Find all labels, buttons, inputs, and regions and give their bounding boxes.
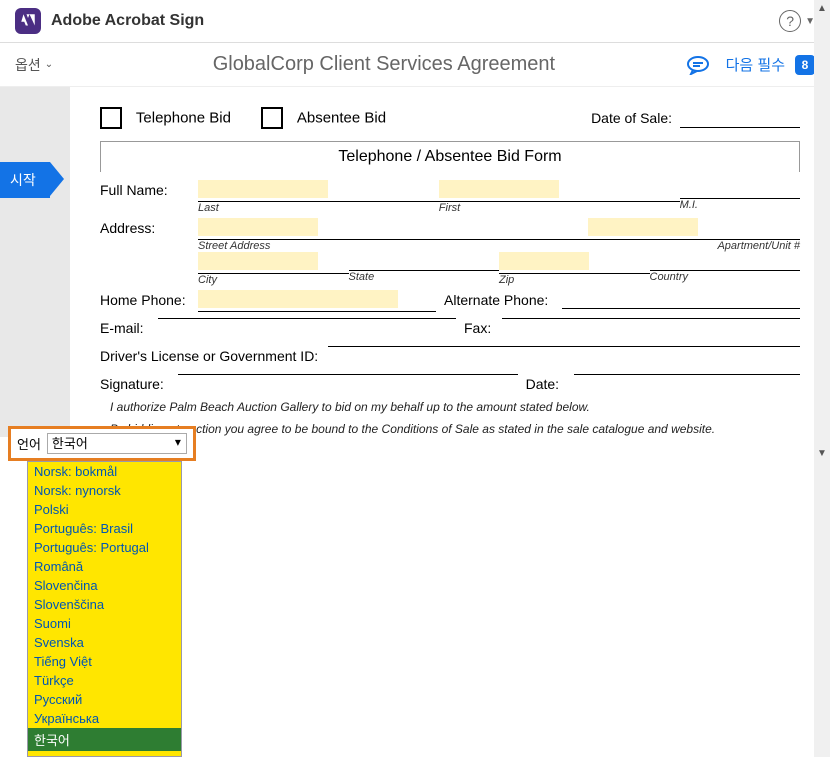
language-label: 언어 — [17, 434, 41, 453]
adobe-logo-icon — [15, 8, 41, 34]
date-field[interactable] — [574, 374, 800, 375]
language-option[interactable]: Polski — [28, 500, 181, 519]
language-option[interactable]: 한국어 — [28, 728, 181, 751]
full-name-label: Full Name: — [100, 180, 190, 198]
signature-field[interactable] — [178, 374, 518, 375]
auth-text-2: By bidding at auction you agree to be bo… — [100, 422, 800, 436]
city-field[interactable] — [198, 252, 318, 270]
absentee-bid-option[interactable]: Absentee Bid — [261, 107, 386, 129]
language-option[interactable]: Svenska — [28, 633, 181, 652]
document-header: 옵션 ⌄ GlobalCorp Client Services Agreemen… — [0, 43, 830, 87]
language-option[interactable]: Türkçe — [28, 671, 181, 690]
language-selector: 언어 한국어 — [8, 426, 196, 461]
apt-field[interactable] — [588, 218, 698, 236]
absentee-bid-checkbox[interactable] — [261, 107, 283, 129]
first-name-field[interactable] — [439, 180, 559, 198]
options-label: 옵션 — [15, 55, 41, 75]
email-label: E-mail: — [100, 318, 150, 336]
chevron-down-icon: ⌄ — [45, 59, 53, 70]
scrollbar[interactable]: ▲ ▼ — [814, 0, 830, 757]
auth-text-1: I authorize Palm Beach Auction Gallery t… — [100, 400, 800, 414]
fax-field[interactable] — [502, 318, 800, 319]
address-label: Address: — [100, 218, 190, 236]
start-tab[interactable]: 시작 — [0, 162, 50, 198]
language-option[interactable]: Português: Portugal — [28, 538, 181, 557]
language-option[interactable]: Tiếng Việt — [28, 652, 181, 671]
fax-label: Fax: — [464, 318, 494, 336]
language-option[interactable]: Slovenščina — [28, 595, 181, 614]
scroll-up-icon[interactable]: ▲ — [814, 0, 830, 16]
last-sublabel: Last — [198, 202, 439, 214]
language-option[interactable]: Slovenčina — [28, 576, 181, 595]
left-sidebar: 시작 — [0, 87, 70, 437]
language-option[interactable]: Suomi — [28, 614, 181, 633]
language-option[interactable]: Português: Brasil — [28, 519, 181, 538]
license-label: Driver's License or Government ID: — [100, 346, 320, 364]
language-select[interactable]: 한국어 — [47, 433, 187, 454]
street-sublabel: Street Address — [198, 240, 588, 252]
bid-form: Telephone Bid Absentee Bid Date of Sale:… — [70, 87, 830, 437]
absentee-bid-label: Absentee Bid — [297, 110, 386, 127]
alt-phone-label: Alternate Phone: — [444, 290, 554, 308]
home-phone-field[interactable] — [198, 290, 398, 308]
telephone-bid-label: Telephone Bid — [136, 110, 231, 127]
zip-field[interactable] — [499, 252, 589, 270]
app-name: Adobe Acrobat Sign — [51, 12, 779, 30]
date-label: Date: — [526, 374, 566, 392]
language-option[interactable]: Română — [28, 557, 181, 576]
zip-sublabel: Zip — [499, 274, 650, 286]
main-content: 시작 Telephone Bid Absentee Bid Date of Sa… — [0, 87, 830, 437]
email-field[interactable] — [158, 318, 456, 319]
scroll-down-icon[interactable]: ▼ — [814, 445, 830, 461]
city-sublabel: City — [198, 274, 349, 286]
telephone-bid-option[interactable]: Telephone Bid — [100, 107, 231, 129]
alt-phone-field[interactable] — [562, 308, 800, 309]
comment-icon[interactable] — [685, 55, 711, 75]
date-of-sale-label: Date of Sale: — [591, 110, 672, 126]
language-option[interactable]: 繁體中文 — [28, 751, 181, 757]
first-sublabel: First — [439, 202, 680, 214]
document-title: GlobalCorp Client Services Agreement — [83, 53, 684, 76]
options-button[interactable]: 옵션 ⌄ — [15, 55, 53, 75]
license-field[interactable] — [328, 346, 800, 347]
state-sublabel: State — [349, 271, 500, 283]
mi-sublabel: M.I. — [680, 199, 800, 211]
street-field[interactable] — [198, 218, 318, 236]
home-phone-label: Home Phone: — [100, 290, 190, 308]
required-count-badge: 8 — [795, 55, 815, 75]
language-option[interactable]: Norsk: bokmål — [28, 462, 181, 481]
language-option[interactable]: Русский — [28, 690, 181, 709]
signature-label: Signature: — [100, 374, 170, 392]
date-of-sale-group: Date of Sale: — [591, 108, 800, 128]
form-title: Telephone / Absentee Bid Form — [100, 141, 800, 172]
help-icon: ? — [779, 10, 801, 32]
help-button[interactable]: ? ▼ — [779, 10, 815, 32]
telephone-bid-checkbox[interactable] — [100, 107, 122, 129]
country-sublabel: Country — [650, 271, 801, 283]
date-of-sale-field[interactable] — [680, 108, 800, 128]
last-name-field[interactable] — [198, 180, 328, 198]
language-option[interactable]: Norsk: nynorsk — [28, 481, 181, 500]
apt-sublabel: Apartment/Unit # — [588, 240, 800, 252]
app-header: Adobe Acrobat Sign ? ▼ — [0, 0, 830, 43]
next-required-link[interactable]: 다음 필수 — [726, 54, 785, 75]
language-option[interactable]: Українська — [28, 709, 181, 728]
language-dropdown: Norsk: bokmålNorsk: nynorskPolskiPortugu… — [27, 461, 182, 757]
